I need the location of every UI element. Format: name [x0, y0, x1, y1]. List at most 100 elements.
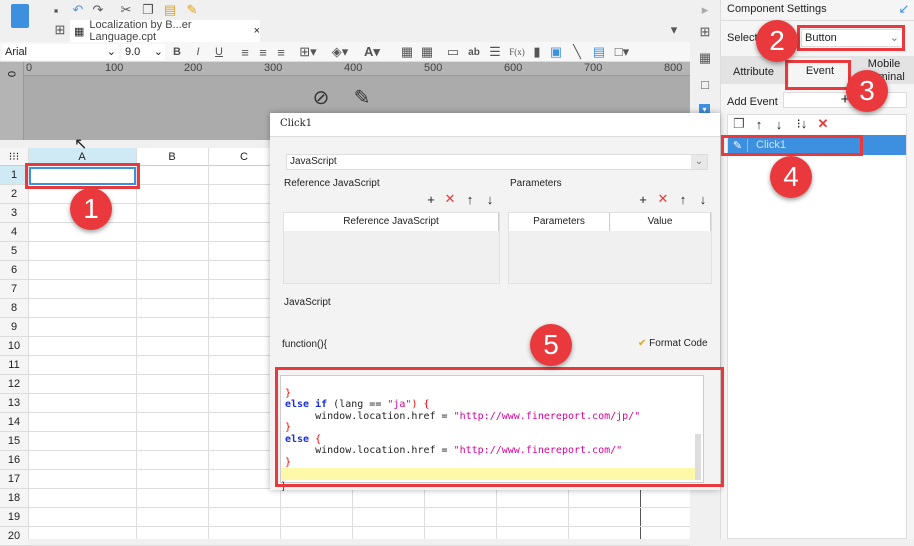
row-header[interactable]: 3 — [0, 204, 28, 223]
cut-icon[interactable]: ✂ — [118, 2, 134, 18]
add-ref-icon[interactable]: + — [425, 192, 437, 207]
event-list: ❐ ↑ ↓ ⁝↓ ✕ ✎ Click1 — [727, 114, 907, 539]
ruler-tick: 100 — [105, 62, 124, 74]
chart-icon[interactable]: ▮ — [530, 44, 544, 60]
ab-icon[interactable]: ab — [466, 44, 482, 60]
ruler-tick: 700 — [584, 62, 603, 74]
align-left-icon[interactable]: ≡ — [238, 44, 252, 60]
tab-menu-icon[interactable]: ▾ — [666, 22, 682, 38]
row-header[interactable]: 5 — [0, 242, 28, 261]
file-tab[interactable]: ▦ Localization by B...er Language.cpt × — [70, 19, 260, 43]
app-menu-icon[interactable] — [11, 4, 29, 28]
widget-layout-icon[interactable]: ⊞ — [697, 24, 713, 40]
column-header-b[interactable]: B — [136, 148, 208, 166]
undo-icon[interactable]: ↶ — [70, 2, 86, 18]
align-right-icon[interactable]: ≡ — [274, 44, 288, 60]
delete-param-icon[interactable]: ✕ — [657, 191, 669, 206]
row-header[interactable]: 11 — [0, 356, 28, 375]
paragraph-icon[interactable]: ☰ — [488, 44, 502, 60]
slash-icon[interactable]: ╲ — [570, 44, 584, 60]
event-type-select[interactable]: JavaScript ⌄ — [286, 154, 708, 170]
row-header[interactable]: 17 — [0, 470, 28, 489]
frame-select-icon[interactable]: □ — [697, 76, 713, 92]
row-header[interactable]: 7 — [0, 280, 28, 299]
expand-arrow-icon[interactable]: ▸ — [697, 2, 713, 18]
row-header[interactable]: 16 — [0, 451, 28, 470]
highlight-event-tab — [785, 60, 851, 90]
align-center-icon[interactable]: ≡ — [256, 44, 270, 60]
bold-button[interactable]: B — [170, 44, 184, 60]
parameters-table[interactable]: Parameters Value — [508, 212, 712, 284]
add-param-icon[interactable]: + — [637, 192, 649, 207]
file-tab-label: Localization by B...er Language.cpt — [89, 19, 192, 43]
ref-down-icon[interactable]: ↓ — [484, 192, 496, 207]
move-up-icon[interactable]: ↑ — [752, 117, 766, 132]
italic-button[interactable]: I — [191, 44, 205, 60]
merge-icon[interactable]: ▦ — [400, 44, 414, 60]
edit-pencil-icon[interactable]: ✎ — [350, 86, 374, 109]
text-field-icon[interactable]: ▭ — [446, 44, 460, 60]
underline-button[interactable]: U — [212, 44, 226, 60]
row-header[interactable]: 4 — [0, 223, 28, 242]
highlight-click1 — [721, 135, 863, 156]
close-tab-icon[interactable]: × — [254, 25, 260, 37]
move-bottom-icon[interactable]: ⁝↓ — [794, 116, 810, 131]
widget-icon[interactable]: ▤ — [592, 44, 606, 60]
fill-color-icon[interactable]: ◈▾ — [330, 44, 350, 60]
frame-icon[interactable]: □▾ — [612, 44, 632, 60]
save-icon[interactable]: ▪ — [48, 2, 64, 18]
widget-info-icon[interactable]: ▦ — [697, 50, 713, 66]
row-header[interactable]: 15 — [0, 432, 28, 451]
highlight-code-editor — [275, 367, 724, 487]
row-header[interactable]: 19 — [0, 508, 28, 527]
delete-ref-icon[interactable]: ✕ — [444, 191, 456, 206]
hide-icon[interactable]: ⊘ — [308, 86, 334, 109]
copy-event-icon[interactable]: ❐ — [732, 116, 746, 131]
paste-icon[interactable]: ▤ — [162, 2, 178, 18]
copy-icon[interactable]: ❐ — [140, 2, 156, 18]
add-event-label: Add Event — [727, 96, 778, 108]
param-up-icon[interactable]: ↑ — [677, 192, 689, 207]
highlight-cell — [25, 163, 140, 189]
select-all-corner[interactable]: ⁝⁝⁝ — [0, 148, 28, 166]
step-badge-2: 2 — [756, 20, 798, 62]
panel-title: Component Settings — [727, 3, 827, 15]
tab-attribute[interactable]: Attribute — [733, 66, 774, 78]
row-header[interactable]: 8 — [0, 299, 28, 318]
row-header[interactable]: 18 — [0, 489, 28, 508]
step-badge-4: 4 — [770, 156, 812, 198]
row-header[interactable]: 14 — [0, 413, 28, 432]
move-down-icon[interactable]: ↓ — [772, 117, 786, 132]
border-icon[interactable]: ⊞▾ — [298, 44, 318, 60]
reference-js-table[interactable]: Reference JavaScript — [283, 212, 500, 284]
step-badge-3: 3 — [846, 70, 888, 112]
font-select[interactable]: Arial ⌄ — [2, 44, 118, 60]
add-event-button[interactable]: + — [783, 92, 907, 108]
font-color-icon[interactable]: A▾ — [362, 44, 382, 60]
formula-icon[interactable]: F(x) — [507, 44, 527, 60]
row-header[interactable]: 1 — [0, 166, 28, 185]
vertical-ruler: 0 — [0, 62, 24, 140]
format-toolbar: Arial ⌄ 9.0 ⌄ B I U ≡ ≡ ≡ ⊞▾ ◈▾ A▾ ▦ ▦ ▭ a… — [0, 42, 690, 62]
format-painter-icon[interactable]: ✎ — [184, 2, 200, 18]
row-header[interactable]: 20 — [0, 527, 28, 546]
row-header[interactable]: 2 — [0, 185, 28, 204]
row-header[interactable]: 6 — [0, 261, 28, 280]
step-badge-1: 1 — [70, 188, 112, 230]
row-header[interactable]: 12 — [0, 375, 28, 394]
unmerge-icon[interactable]: ▦ — [420, 44, 434, 60]
param-down-icon[interactable]: ↓ — [697, 192, 709, 207]
image-icon[interactable]: ▣ — [549, 44, 563, 60]
mouse-cursor-icon: ↖ — [74, 136, 88, 153]
collapse-icon[interactable]: ↙ — [897, 1, 911, 16]
font-size-select[interactable]: 9.0 ⌄ — [122, 44, 165, 60]
format-code-button[interactable]: ✔ Format Code — [638, 338, 708, 349]
ref-up-icon[interactable]: ↑ — [464, 192, 476, 207]
row-header[interactable]: 10 — [0, 337, 28, 356]
row-header[interactable]: 9 — [0, 318, 28, 337]
new-report-icon[interactable]: ⊞ — [52, 22, 68, 38]
ruler-tick: 400 — [344, 62, 363, 74]
redo-icon[interactable]: ↷ — [90, 2, 106, 18]
row-header[interactable]: 13 — [0, 394, 28, 413]
delete-event-icon[interactable]: ✕ — [816, 116, 830, 131]
